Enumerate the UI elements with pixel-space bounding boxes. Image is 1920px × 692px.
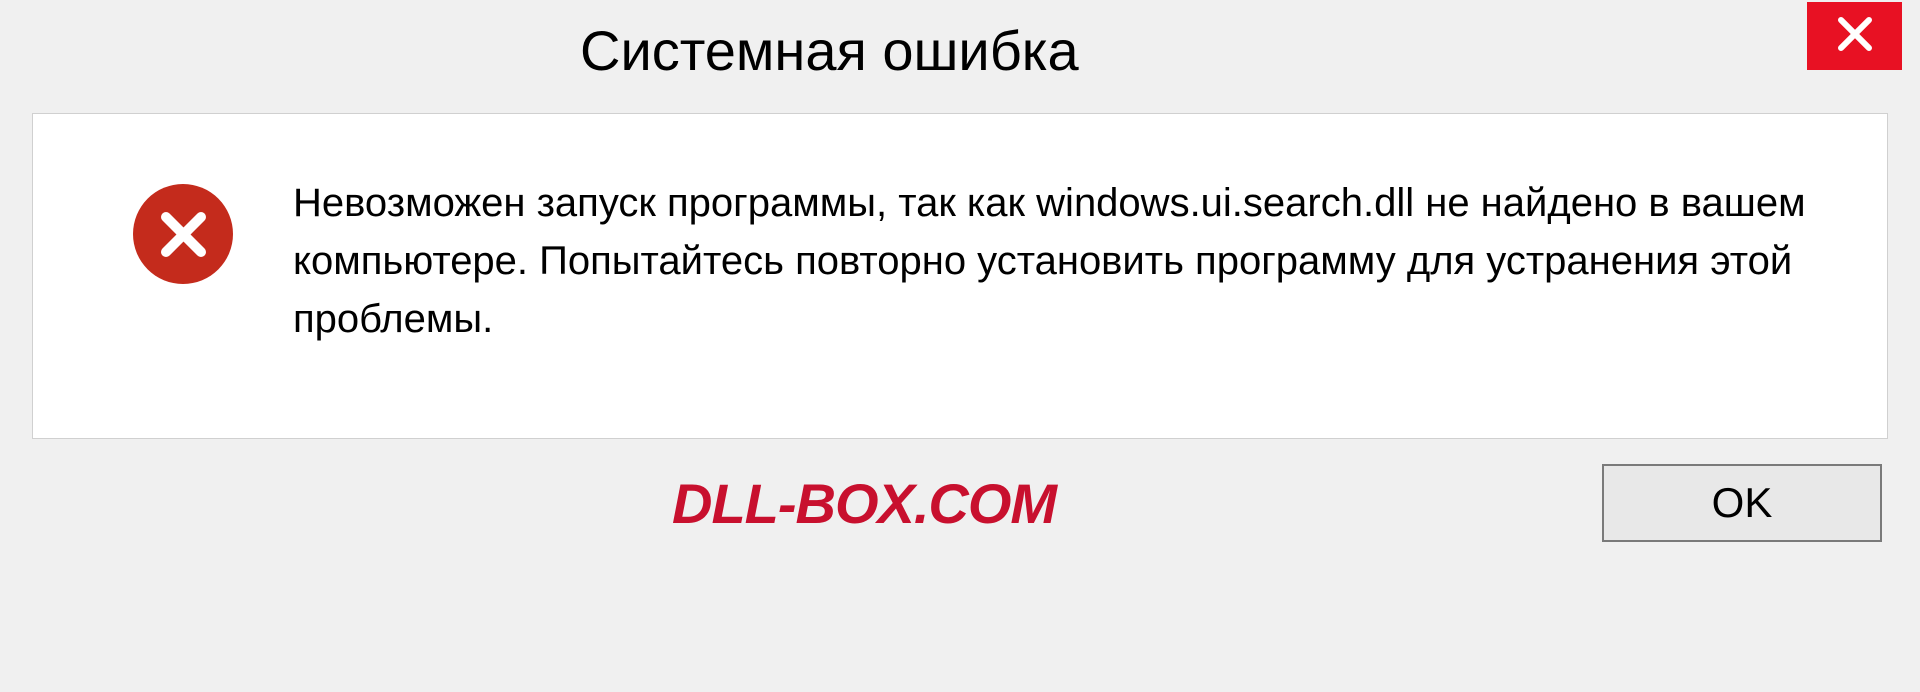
ok-button[interactable]: OK	[1602, 464, 1882, 542]
error-content-panel: Невозможен запуск программы, так как win…	[32, 113, 1888, 439]
dialog-header: Системная ошибка	[0, 0, 1920, 83]
watermark-text: DLL-BOX.COM	[672, 471, 1056, 536]
error-message: Невозможен запуск программы, так как win…	[293, 174, 1843, 348]
dialog-title: Системная ошибка	[580, 18, 1079, 83]
dialog-footer: DLL-BOX.COM OK	[32, 464, 1882, 542]
error-icon	[133, 184, 233, 284]
close-button[interactable]	[1807, 2, 1902, 70]
close-icon	[1835, 14, 1875, 59]
